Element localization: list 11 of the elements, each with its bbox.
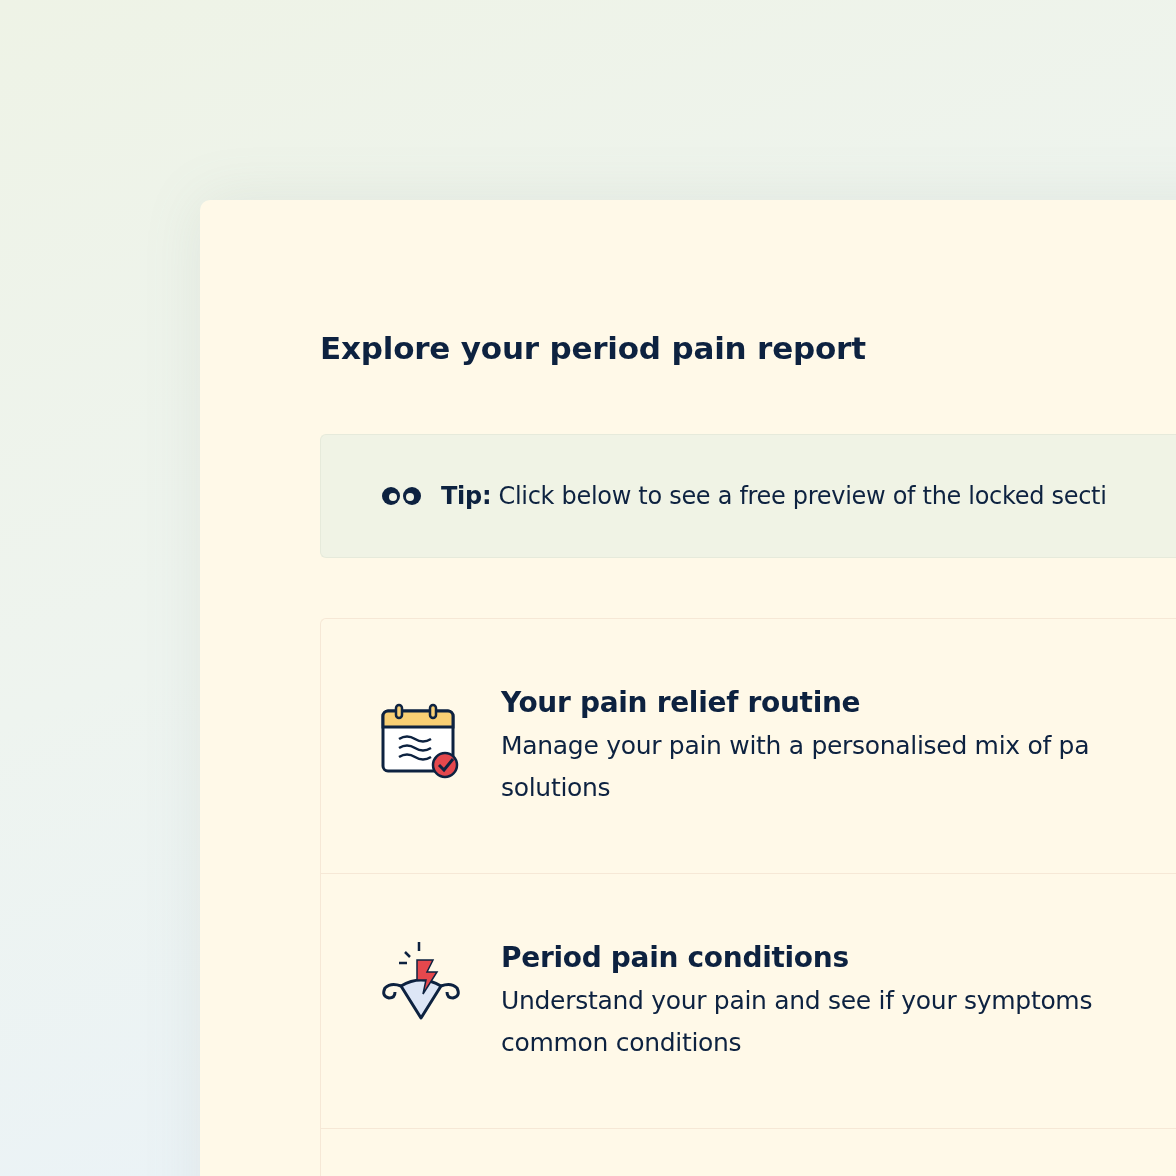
report-section[interactable]: Your pain relief routine Manage your pain with a personalised mix of pa solutions [321,619,1176,874]
calendar-check-icon [381,703,461,779]
report-section[interactable]: Period pain conditions Understand your pain and see if your symptoms common conditions [321,874,1176,1129]
uterus-lightning-icon [381,940,461,1020]
section-title: Your pain relief routine [501,685,862,721]
tip-text: Tip: Click below to see a free preview of the locked secti [441,482,1107,510]
eyes-icon [381,485,423,507]
section-description: Manage your pain with a personalised mix of pa solutions [501,730,1090,804]
section-title: Period pain conditions [501,940,850,976]
section-description: Understand your pain and see if your symptoms common conditions [501,985,1093,1059]
page-heading: Explore your period pain report [320,329,867,368]
